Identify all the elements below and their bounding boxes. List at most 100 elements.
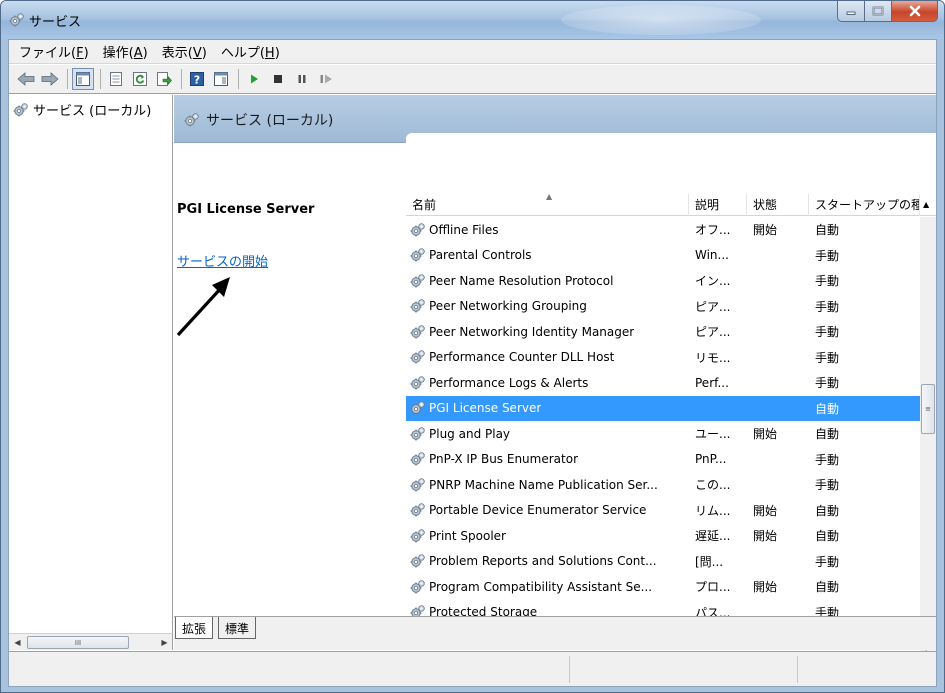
tab-extended[interactable]: 拡張 — [175, 617, 214, 639]
pause-service-button[interactable] — [291, 68, 313, 90]
table-row[interactable]: Problem Reports and Solutions Cont... [問.… — [406, 549, 920, 575]
tree-item-services-local[interactable]: サービス (ローカル) — [13, 100, 169, 119]
table-row[interactable]: Portable Device Enumerator Service リム... 開… — [406, 498, 920, 524]
cell-startup-type: 自動 — [815, 580, 840, 595]
scroll-up-arrow-icon[interactable]: ▲ — [920, 194, 936, 216]
menu-action[interactable]: 操作(A) — [103, 42, 148, 61]
table-row[interactable]: Parental Controls Win... 手動 — [406, 243, 920, 269]
table-row[interactable]: Performance Logs & Alerts Perf... 手動 — [406, 370, 920, 396]
close-icon — [909, 5, 920, 17]
services-gear-icon — [410, 247, 426, 263]
column-header-startup-type[interactable]: スタートアップの種類 — [809, 194, 920, 216]
export-list-button[interactable] — [153, 68, 175, 90]
services-gear-icon — [410, 349, 426, 365]
cell-name: Performance Counter DLL Host — [406, 349, 689, 365]
services-gear-icon — [410, 528, 426, 544]
cell-startup-type: 手動 — [815, 299, 840, 314]
services-list[interactable]: 名前 ▲ 説明 状態 スタートアップの種類 ▲ Offline Files オフ.… — [406, 194, 936, 675]
scroll-left-arrow-icon[interactable]: ◀ — [9, 634, 26, 651]
scroll-right-arrow-icon[interactable]: ▶ — [156, 634, 173, 651]
cell-name: PNRP Machine Name Publication Ser... — [406, 477, 689, 493]
cell-name: Plug and Play — [406, 426, 689, 442]
cell-name: Program Compatibility Assistant Se... — [406, 579, 689, 595]
services-gear-icon — [410, 502, 426, 518]
table-row[interactable]: PnP-X IP Bus Enumerator PnP... 手動 — [406, 447, 920, 473]
cell-status: 開始 — [753, 580, 778, 595]
back-button[interactable] — [15, 68, 37, 90]
minimize-icon — [846, 11, 856, 15]
cell-name: Problem Reports and Solutions Cont... — [406, 553, 689, 569]
services-gear-icon — [410, 553, 426, 569]
status-divider — [797, 656, 798, 683]
table-row[interactable]: Print Spooler 遅延... 開始 自動 — [406, 523, 920, 549]
stop-service-button[interactable] — [267, 68, 289, 90]
menu-view[interactable]: 表示(V) — [162, 42, 207, 61]
pause-icon — [298, 75, 306, 83]
cell-name: Offline Files — [406, 222, 689, 238]
table-row[interactable]: Plug and Play ユー... 開始 自動 — [406, 421, 920, 447]
forward-button[interactable] — [39, 68, 61, 90]
close-button[interactable] — [892, 1, 938, 22]
table-row[interactable]: PGI License Server 自動 — [406, 395, 920, 421]
service-name: Offline Files — [429, 222, 499, 237]
tab-standard[interactable]: 標準 — [218, 617, 257, 639]
table-row[interactable]: Performance Counter DLL Host リモ... 手動 — [406, 345, 920, 371]
start-service-link[interactable]: サービスの開始 — [177, 251, 268, 270]
properties-button[interactable] — [105, 68, 127, 90]
menu-file-label: ファイル — [19, 46, 72, 61]
stop-icon — [274, 75, 282, 83]
play-icon — [251, 74, 258, 84]
table-row[interactable]: Peer Name Resolution Protocol イン... 手動 — [406, 268, 920, 294]
menu-help[interactable]: ヘルプ(H) — [221, 42, 280, 61]
restart-icon — [320, 74, 332, 84]
title-glow — [561, 5, 761, 35]
export-list-icon — [157, 72, 172, 86]
column-header-name[interactable]: 名前 ▲ — [406, 194, 689, 216]
table-row[interactable]: PNRP Machine Name Publication Ser... この..… — [406, 472, 920, 498]
cell-startup-type: 自動 — [815, 503, 840, 518]
show-action-pane-button[interactable] — [210, 68, 232, 90]
table-row[interactable]: Peer Networking Identity Manager ピア... 手動 — [406, 319, 920, 345]
menu-action-label: 操作 — [102, 46, 129, 61]
services-gear-icon — [410, 222, 426, 238]
menu-file[interactable]: ファイル(F) — [19, 42, 89, 61]
help-button[interactable]: ? — [186, 68, 208, 90]
minimize-button[interactable] — [837, 1, 865, 22]
services-gear-icon — [410, 324, 426, 340]
services-gear-icon — [410, 426, 426, 442]
help-icon: ? — [190, 72, 204, 87]
table-row[interactable]: Offline Files オフ... 開始 自動 — [406, 217, 920, 243]
column-header-description[interactable]: 説明 — [689, 194, 747, 216]
cell-status: 開始 — [753, 529, 778, 544]
cell-description: [問... — [695, 554, 724, 569]
tree-horizontal-scrollbar[interactable]: ◀ III ▶ — [9, 633, 173, 650]
scroll-thumb[interactable]: III — [27, 636, 129, 649]
start-service-button[interactable] — [243, 68, 265, 90]
title-bar[interactable]: サービス — [1, 1, 944, 39]
services-gear-icon — [13, 102, 29, 118]
cell-description: この... — [695, 478, 731, 493]
show-hide-console-tree-button[interactable] — [72, 68, 94, 90]
cell-description: イン... — [695, 274, 731, 289]
scroll-thumb[interactable]: ≡ — [921, 384, 935, 434]
restart-service-button[interactable] — [315, 68, 337, 90]
list-body: Offline Files オフ... 開始 自動 Parental Controls W… — [406, 217, 920, 659]
services-gear-icon — [410, 375, 426, 391]
refresh-button[interactable] — [129, 68, 151, 90]
service-name: Problem Reports and Solutions Cont... — [429, 554, 657, 569]
services-gear-icon — [410, 451, 426, 467]
console-tree[interactable]: サービス (ローカル) — [9, 95, 173, 633]
column-header-status[interactable]: 状態 — [747, 194, 809, 216]
caption-buttons — [837, 1, 938, 23]
services-gear-icon — [410, 298, 426, 314]
table-row[interactable]: Program Compatibility Assistant Se... プロ.… — [406, 574, 920, 600]
table-row[interactable]: Peer Networking Grouping ピア... 手動 — [406, 294, 920, 320]
details-pane: サービス (ローカル) PGI License Server サービスの開始 名… — [174, 95, 936, 675]
list-vertical-scrollbar[interactable]: ≡ ▼ — [920, 217, 936, 659]
tree-item-label: サービス (ローカル) — [33, 104, 152, 119]
menu-help-label: ヘルプ — [220, 46, 260, 61]
cell-name: PGI License Server — [406, 400, 689, 416]
service-name: Peer Networking Grouping — [429, 299, 587, 314]
maximize-button[interactable] — [865, 1, 892, 22]
cell-description: リム... — [695, 503, 731, 518]
